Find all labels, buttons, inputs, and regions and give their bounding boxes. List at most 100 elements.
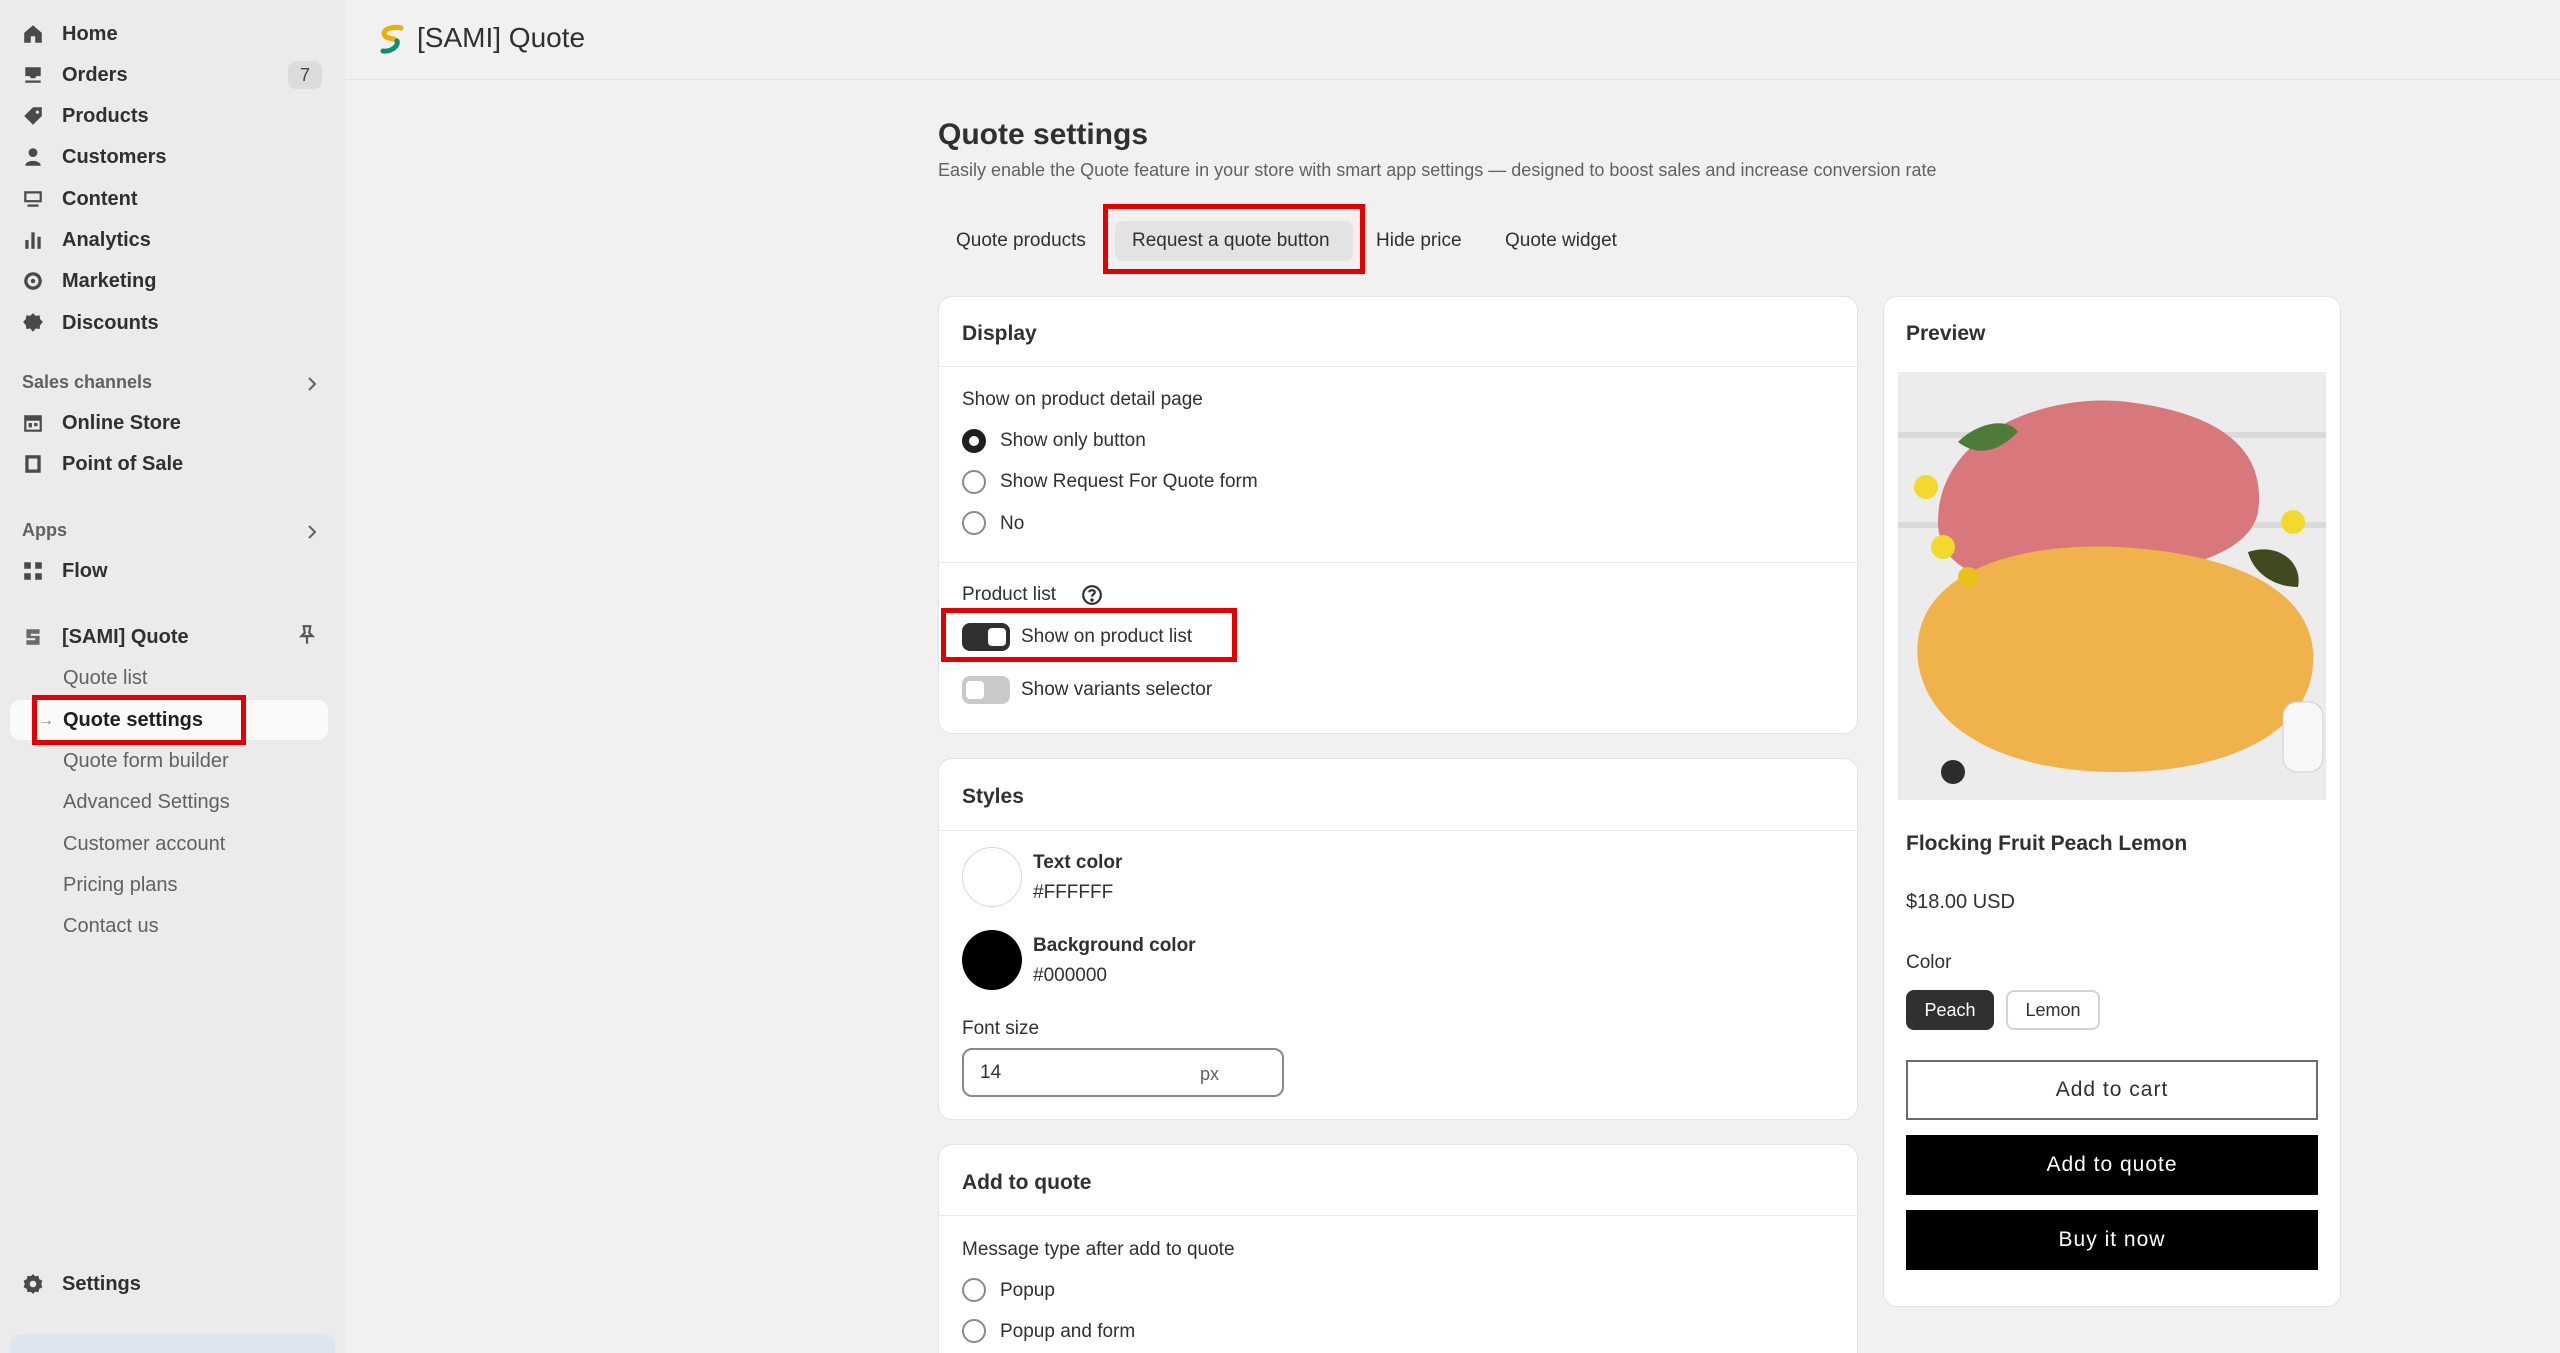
add-to-quote-button[interactable]: Add to quote [1906,1135,2318,1195]
radio-popup-and-form[interactable] [962,1319,986,1343]
product-image [1898,372,2326,800]
pin-icon[interactable] [296,624,318,646]
text-color-value: #FFFFFF [1033,882,1114,903]
sami-quote-app-icon [22,626,44,648]
product-rug-illustration [1898,372,2326,800]
font-size-input[interactable] [962,1048,1284,1097]
radio-show-only-button[interactable] [962,429,986,453]
sub-advanced-settings[interactable]: Advanced Settings [63,787,230,817]
bar-chart-icon [22,229,44,251]
app-header: [SAMI] Quote [345,0,2560,80]
nav-sami-quote[interactable]: [SAMI] Quote [22,620,189,654]
nav-home[interactable]: Home [22,17,118,51]
app-logo-icon [377,24,407,56]
nav-flow-label: Flow [62,559,108,582]
tab-quote-widget[interactable]: Quote widget [1505,224,1617,258]
label-show-variants-selector: Show variants selector [1021,679,1213,700]
radio-no[interactable] [962,511,986,535]
display-card [938,296,1858,734]
page-title: Quote settings [938,118,1149,151]
product-price: $18.00 USD [1906,891,2015,913]
nav-home-label: Home [62,22,118,45]
text-color-label: Text color [1033,852,1123,873]
nav-marketing-label: Marketing [62,269,157,292]
nav-content[interactable]: Content [22,182,138,216]
flow-icon [22,560,44,582]
nav-orders[interactable]: Orders [22,58,128,92]
orders-count-badge: 7 [288,61,322,89]
background-color-swatch[interactable] [962,930,1022,990]
nav-online-store-label: Online Store [62,411,181,434]
nav-orders-label: Orders [62,63,128,86]
option-show-rfq-form: Show Request For Quote form [1000,471,1258,492]
divider [939,1215,1857,1216]
option-no: No [1000,513,1025,534]
sidebar: Home Orders 7 Products Customers Content… [0,0,345,1353]
radio-show-rfq-form[interactable] [962,470,986,494]
sub-customer-account[interactable]: Customer account [63,829,225,859]
nav-settings[interactable]: Settings [22,1267,141,1301]
nav-analytics[interactable]: Analytics [22,223,151,257]
nav-discounts-label: Discounts [62,311,159,334]
target-icon [22,270,44,292]
option-show-only-button: Show only button [1000,430,1146,451]
nav-discounts[interactable]: Discounts [22,306,159,340]
highlight-request-quote-tab [1103,204,1365,274]
nav-analytics-label: Analytics [62,228,151,251]
sidebar-bottom-banner[interactable] [10,1334,335,1353]
font-size-unit: px [1200,1064,1220,1084]
page-subtitle: Easily enable the Quote feature in your … [938,160,1937,180]
nav-point-of-sale[interactable]: Point of Sale [22,447,183,481]
tag-icon [22,105,44,127]
nav-flow[interactable]: Flow [22,554,108,588]
store-icon [22,412,44,434]
sub-quote-list[interactable]: Quote list [63,663,147,693]
help-icon[interactable] [1081,584,1103,606]
chevron-right-icon[interactable] [302,374,322,394]
highlight-quote-settings [32,695,246,745]
color-chip-lemon[interactable]: Lemon [2006,990,2100,1030]
person-icon [22,146,44,168]
message-type-label: Message type after add to quote [962,1239,1235,1260]
font-size-value: 14 [980,1062,1002,1083]
tab-hide-price[interactable]: Hide price [1376,224,1462,258]
add-to-quote-title: Add to quote [962,1171,1092,1194]
display-title: Display [962,322,1037,345]
sub-quote-form-builder[interactable]: Quote form builder [63,746,229,776]
toggle-show-variants-selector[interactable] [962,676,1010,704]
product-name: Flocking Fruit Peach Lemon [1906,832,2188,855]
nav-products-label: Products [62,104,149,127]
apps-label: Apps [22,520,67,540]
nav-online-store[interactable]: Online Store [22,406,181,440]
nav-content-label: Content [62,187,138,210]
nav-marketing[interactable]: Marketing [22,264,156,298]
add-to-cart-button[interactable]: Add to cart [1906,1060,2318,1120]
nav-customers-label: Customers [62,145,167,168]
nav-products[interactable]: Products [22,99,149,133]
content-icon [22,188,44,210]
divider [939,562,1857,563]
toggle-knob [966,681,984,699]
app-title: [SAMI] Quote [417,22,586,53]
chevron-right-icon[interactable] [302,522,322,542]
detail-page-label: Show on product detail page [962,389,1203,410]
home-icon [22,23,44,45]
text-color-swatch[interactable] [962,847,1022,907]
nav-customers[interactable]: Customers [22,140,166,174]
preview-title: Preview [1906,322,1986,345]
pos-icon [22,453,44,475]
discount-icon [22,312,44,334]
sub-pricing-plans[interactable]: Pricing plans [63,870,178,900]
sales-channels-label: Sales channels [22,372,153,392]
color-chip-peach[interactable]: Peach [1906,990,1994,1030]
option-popup: Popup [1000,1280,1055,1301]
font-size-label: Font size [962,1018,1040,1039]
gear-icon [22,1273,44,1295]
nav-point-of-sale-label: Point of Sale [62,452,184,475]
tab-quote-products[interactable]: Quote products [956,224,1086,258]
buy-it-now-button[interactable]: Buy it now [1906,1210,2318,1270]
radio-popup[interactable] [962,1278,986,1302]
sub-contact-us[interactable]: Contact us [63,911,159,941]
color-option-label: Color [1906,952,1952,973]
option-popup-and-form: Popup and form [1000,1321,1136,1342]
